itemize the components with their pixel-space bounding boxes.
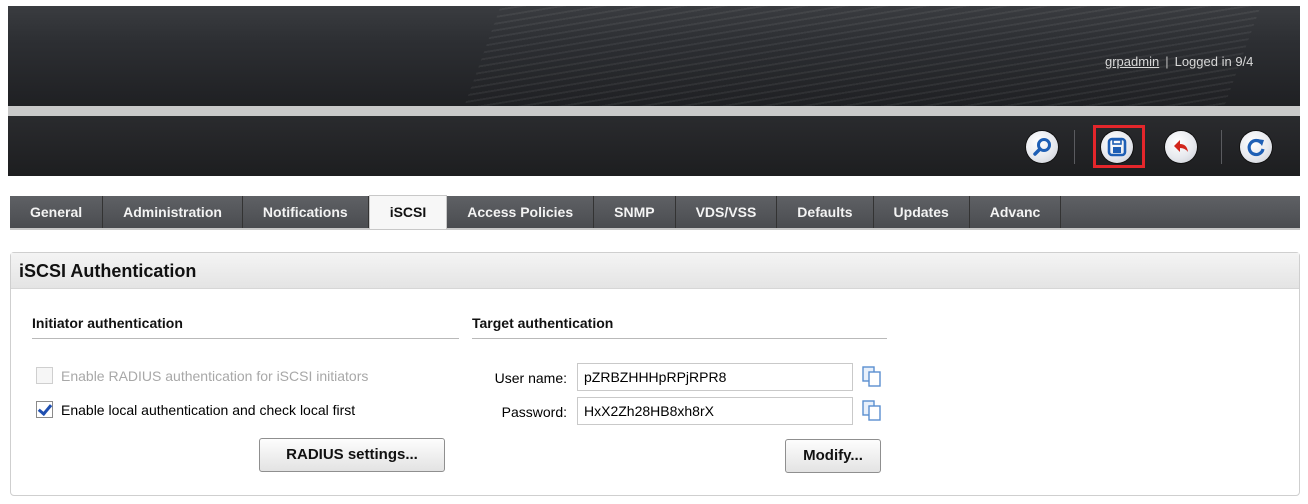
section-divider	[32, 338, 459, 339]
iscsi-authentication-panel: iSCSI Authentication Initiator authentic…	[10, 252, 1300, 496]
copy-icon[interactable]	[861, 365, 883, 387]
save-button[interactable]	[1101, 131, 1133, 163]
target-section-title: Target authentication	[472, 315, 614, 331]
username-link[interactable]: grpadmin	[1105, 54, 1159, 69]
tab-defaults[interactable]: Defaults	[777, 196, 874, 228]
panel-title: iSCSI Authentication	[11, 253, 1299, 289]
username-field[interactable]: pZRBZHHHpRPjRPR8	[577, 363, 853, 391]
search-icon	[1033, 138, 1051, 156]
radius-auth-row: Enable RADIUS authentication for iSCSI i…	[36, 367, 368, 384]
app-header: grpadmin | Logged in 9/4	[8, 6, 1300, 106]
header-divider	[8, 106, 1300, 116]
undo-icon	[1174, 140, 1188, 152]
modify-button[interactable]: Modify...	[785, 439, 881, 473]
tab-access-policies[interactable]: Access Policies	[447, 196, 595, 228]
tab-bar: General Administration Notifications iSC…	[10, 195, 1300, 230]
local-auth-row: Enable local authentication and check lo…	[36, 401, 355, 418]
local-auth-label: Enable local authentication and check lo…	[61, 401, 356, 418]
save-icon	[1107, 137, 1127, 157]
password-field[interactable]: HxX2Zh28HB8xh8rX	[577, 397, 853, 425]
tab-iscsi[interactable]: iSCSI	[368, 195, 448, 229]
initiator-section-title: Initiator authentication	[32, 315, 183, 331]
tab-general[interactable]: General	[10, 196, 104, 228]
search-button[interactable]	[1026, 131, 1058, 163]
header-separator: |	[1165, 54, 1169, 69]
tab-advanced[interactable]: Advanc	[970, 196, 1062, 228]
toolbar-divider	[1074, 130, 1075, 164]
user-area: grpadmin | Logged in 9/4	[1105, 54, 1253, 69]
copy-icon[interactable]	[861, 399, 883, 421]
toolbar-divider	[1221, 130, 1222, 164]
radius-settings-button[interactable]: RADIUS settings...	[259, 438, 445, 472]
username-label: User name:	[494, 370, 567, 386]
undo-button[interactable]	[1165, 131, 1197, 163]
tab-administration[interactable]: Administration	[103, 196, 243, 228]
tab-notifications[interactable]: Notifications	[243, 196, 369, 228]
section-divider	[472, 338, 887, 339]
local-auth-checkbox[interactable]	[36, 401, 53, 418]
tab-snmp[interactable]: SNMP	[594, 196, 676, 228]
tab-updates[interactable]: Updates	[874, 196, 970, 228]
tab-vds-vss[interactable]: VDS/VSS	[676, 196, 778, 228]
refresh-button[interactable]	[1240, 131, 1272, 163]
radius-auth-label: Enable RADIUS authentication for iSCSI i…	[61, 367, 369, 384]
login-status: Logged in 9/4	[1174, 54, 1254, 69]
refresh-icon	[1247, 138, 1265, 157]
radius-auth-checkbox[interactable]	[36, 367, 53, 384]
password-label: Password:	[501, 404, 567, 420]
toolbar	[8, 116, 1300, 176]
